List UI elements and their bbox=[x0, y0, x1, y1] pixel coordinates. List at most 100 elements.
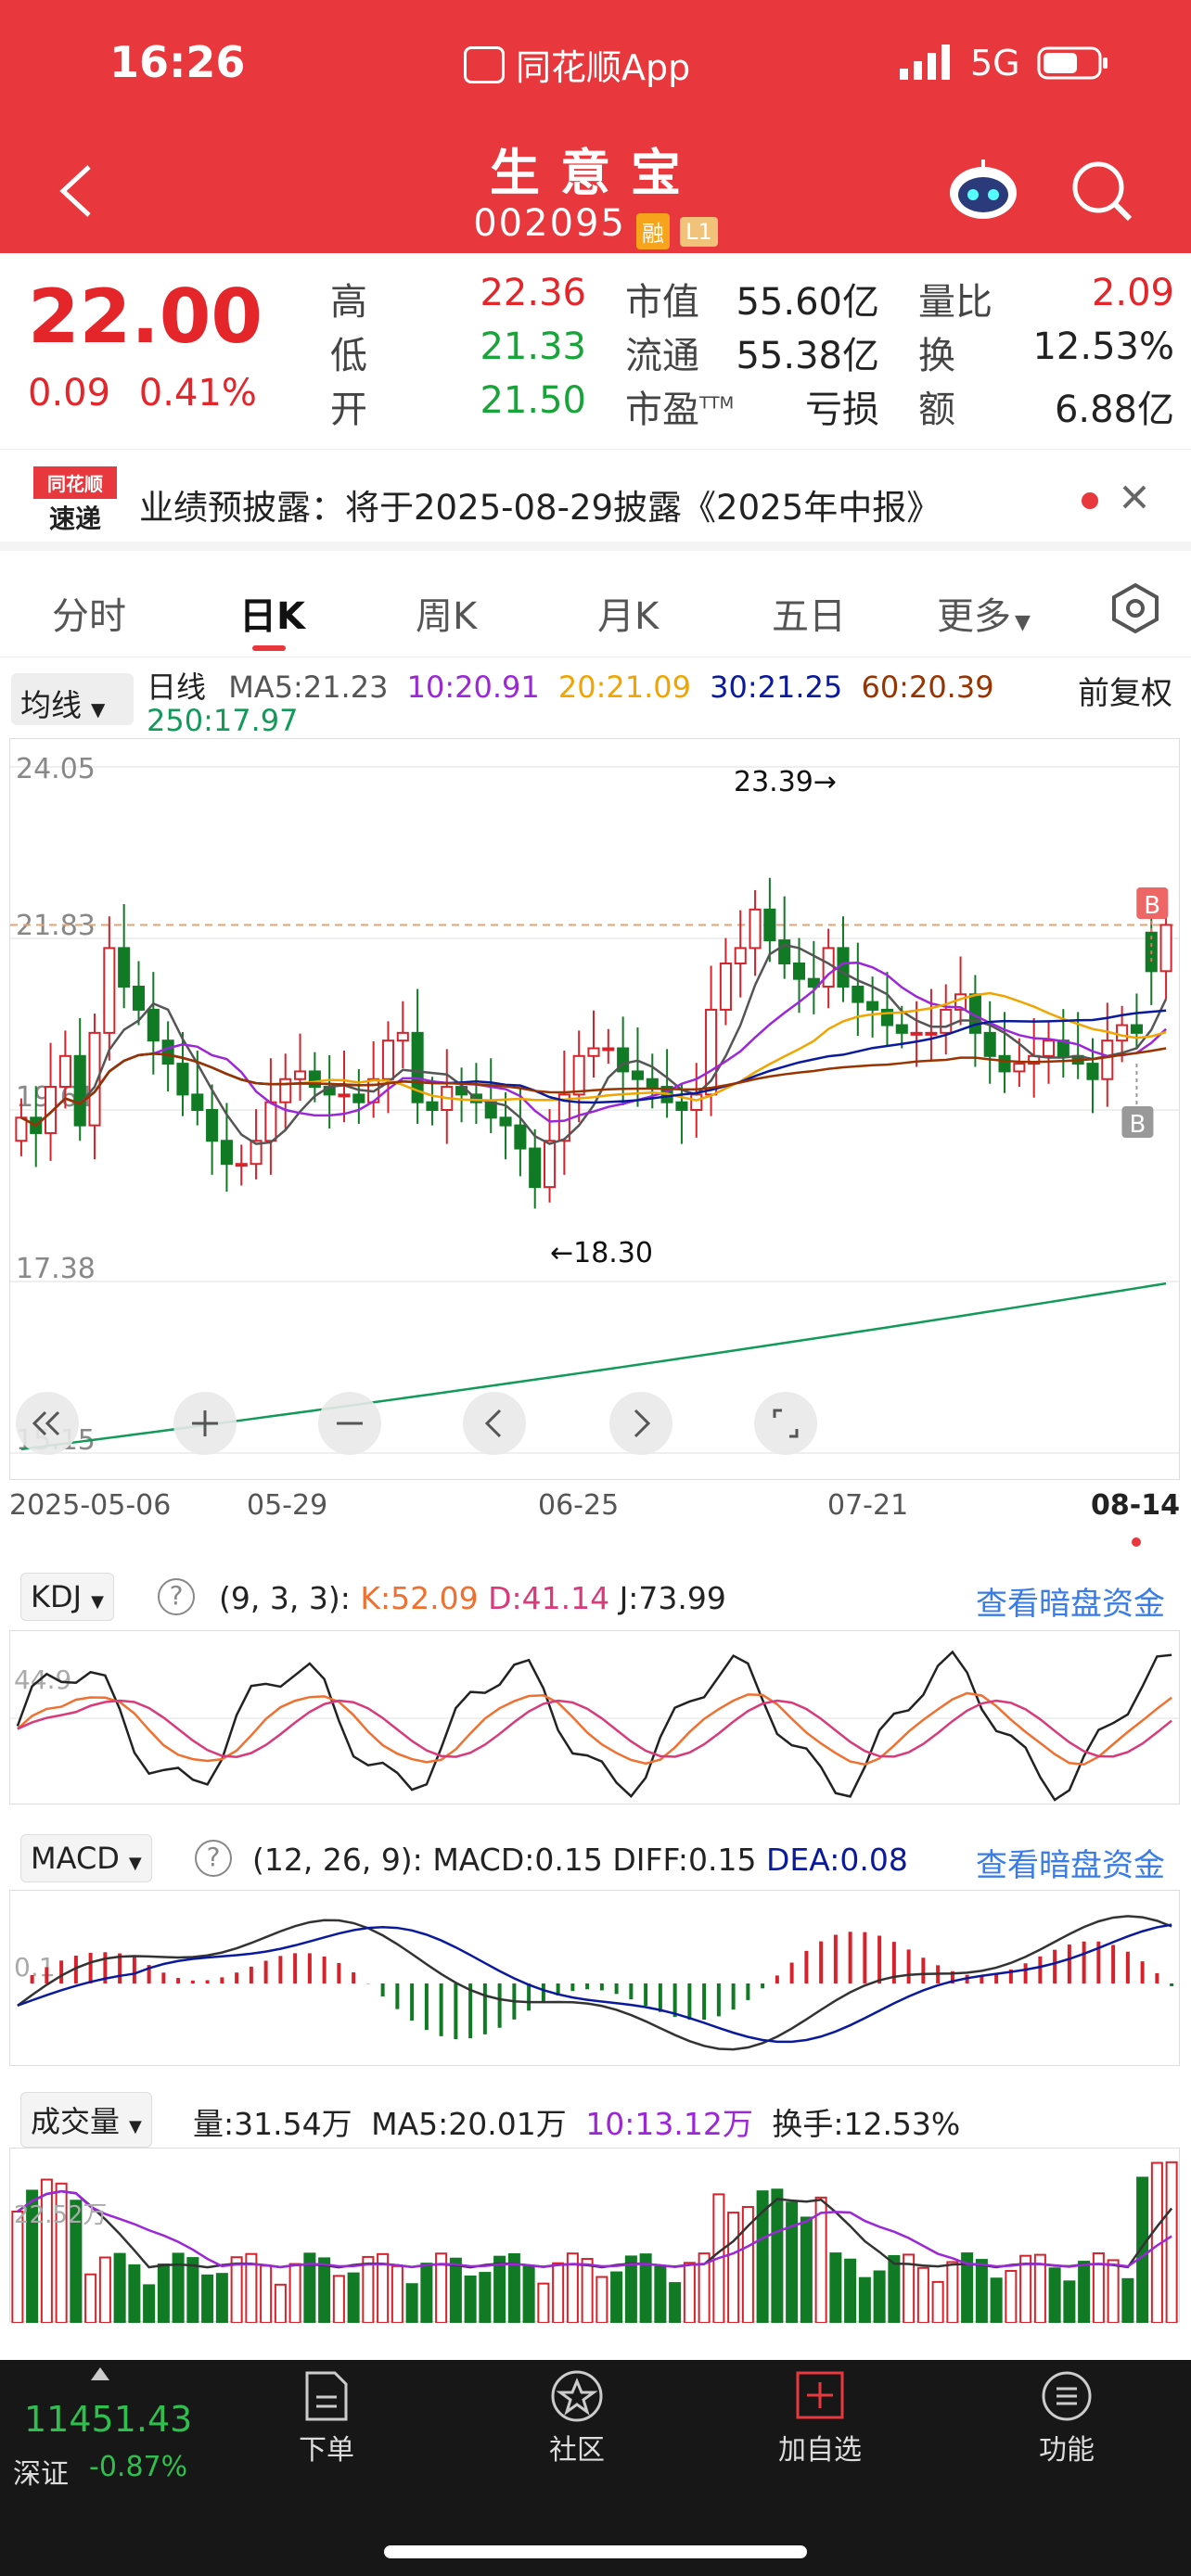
add-watchlist-icon bbox=[746, 2369, 894, 2427]
fullscreen-icon[interactable] bbox=[754, 1392, 817, 1455]
volume-bar bbox=[931, 2280, 944, 2325]
ma20-label: 20:21.09 bbox=[557, 670, 691, 705]
candle-body bbox=[1013, 1063, 1026, 1073]
nav-order[interactable]: 下单 bbox=[252, 2369, 401, 2468]
volume-bar bbox=[975, 2259, 988, 2324]
nav-functions[interactable]: 功能 bbox=[992, 2369, 1141, 2468]
control-button-bg bbox=[754, 1392, 817, 1455]
volume-chart: 22.52万 bbox=[11, 2161, 1178, 2325]
volume-selector[interactable]: 成交量 ▼ bbox=[20, 2092, 152, 2148]
robot-assistant-icon[interactable] bbox=[946, 158, 1020, 226]
candle-body bbox=[529, 1147, 542, 1189]
macd-value-label: MACD:0.15 bbox=[432, 1842, 603, 1878]
control-button-bg bbox=[463, 1392, 526, 1455]
y-tick-label: 24.05 bbox=[16, 753, 96, 785]
candle-body bbox=[719, 963, 732, 1011]
nav-add-watchlist[interactable]: 加自选 bbox=[746, 2369, 894, 2468]
settings-hexagon-icon[interactable] bbox=[1109, 582, 1161, 638]
macd-chart-panel[interactable]: 0.1 bbox=[9, 1890, 1180, 2066]
high-label: 高 bbox=[330, 281, 367, 324]
tab-weekly-k[interactable]: 周K bbox=[416, 586, 477, 640]
kline-chart[interactable]: 24.0521.8319.6117.3815.1523.39→←18.30BB bbox=[10, 739, 1179, 1481]
period-label: 日线 bbox=[147, 670, 207, 705]
volume-bar bbox=[449, 2257, 462, 2324]
tab-more[interactable]: 更多 ▼ bbox=[937, 586, 1031, 640]
unread-dot bbox=[1082, 492, 1098, 509]
volume-bar bbox=[727, 2212, 740, 2324]
candle-body bbox=[499, 1116, 512, 1127]
index-name: 深证 bbox=[13, 2458, 69, 2491]
kdj-chart: 44.9 bbox=[10, 1650, 1179, 1802]
volume-bar bbox=[274, 2283, 287, 2325]
x-tick-label: 08-14 bbox=[1091, 1489, 1180, 1522]
volume-bar bbox=[186, 2257, 199, 2324]
candle-body bbox=[352, 1093, 365, 1103]
volume-bar bbox=[858, 2276, 871, 2325]
float-cap-value: 55.38亿 bbox=[736, 335, 879, 377]
zoom-out-icon[interactable] bbox=[318, 1392, 381, 1455]
prev-icon[interactable] bbox=[463, 1392, 526, 1455]
dark-pool-link[interactable]: 查看暗盘资金 bbox=[976, 1578, 1165, 1624]
pe-label: 市盈TTM bbox=[625, 379, 734, 433]
volume-bar bbox=[332, 2275, 345, 2324]
search-icon[interactable] bbox=[1070, 159, 1135, 228]
volume-bar bbox=[420, 2263, 433, 2324]
candle-body bbox=[1101, 1039, 1114, 1080]
community-icon bbox=[503, 2369, 651, 2427]
candle-body bbox=[646, 1078, 659, 1089]
home-indicator[interactable] bbox=[384, 2545, 807, 2558]
close-icon[interactable] bbox=[1121, 483, 1148, 515]
volume-chart-panel[interactable]: 22.52万 bbox=[9, 2148, 1180, 2325]
candle-body bbox=[910, 1031, 923, 1036]
help-icon[interactable]: ? bbox=[195, 1840, 232, 1877]
dark-pool-link[interactable]: 查看暗盘资金 bbox=[976, 1840, 1165, 1885]
index-value[interactable]: 11451.43 bbox=[24, 2399, 192, 2440]
candle-body bbox=[58, 1054, 71, 1089]
candle-body bbox=[235, 1163, 248, 1167]
ma5-label: MA5:21.23 bbox=[228, 670, 389, 705]
low-annotation: ←18.30 bbox=[550, 1237, 653, 1269]
volume-bar bbox=[829, 2252, 842, 2324]
app-name: 同花顺App bbox=[516, 47, 691, 88]
macd-diff-line bbox=[17, 1915, 1172, 2051]
next-icon[interactable] bbox=[609, 1392, 672, 1455]
zoom-in-icon[interactable] bbox=[173, 1392, 237, 1455]
expand-caret-icon[interactable] bbox=[91, 2367, 109, 2380]
volume-label: 量:31.54万 bbox=[193, 2106, 352, 2142]
candle-body bbox=[690, 1093, 703, 1112]
macd-header: MACD ▼ ? (12, 26, 9): MACD:0.15 DIFF:0.15… bbox=[9, 1834, 1180, 1890]
volume-bar bbox=[916, 2266, 929, 2325]
volume-selector-label: 成交量 bbox=[31, 2104, 121, 2139]
tab-monthly-k[interactable]: 月K bbox=[597, 586, 659, 640]
volume-bar bbox=[215, 2273, 228, 2325]
candle-body bbox=[73, 1054, 86, 1127]
macd-selector[interactable]: MACD ▼ bbox=[20, 1834, 152, 1882]
tab-five-day[interactable]: 五日 bbox=[772, 586, 846, 640]
kdj-chart-panel[interactable]: 44.9 bbox=[9, 1630, 1180, 1804]
volume-bar bbox=[1165, 2161, 1178, 2324]
kline-chart-panel[interactable]: 24.0521.8319.6117.3815.1523.39→←18.30BB bbox=[9, 738, 1180, 1480]
y-tick-label: 17.38 bbox=[16, 1253, 96, 1285]
notice-bar[interactable]: 同花顺 速递 业绩预披露：将于2025-08-29披露《2025年中报》 bbox=[0, 449, 1191, 551]
volume-bar bbox=[201, 2274, 214, 2324]
market-cap-label: 市值 bbox=[625, 281, 699, 324]
rewind-icon[interactable] bbox=[16, 1392, 79, 1455]
indicator-selector[interactable]: 均线 ▼ bbox=[11, 673, 134, 725]
kdj-k-label: K:52.09 bbox=[360, 1580, 479, 1616]
kdj-selector-label: KDJ bbox=[31, 1579, 83, 1614]
volume-bar bbox=[288, 2263, 301, 2324]
macd-params: (12, 26, 9): bbox=[252, 1842, 423, 1878]
battery-icon bbox=[1037, 46, 1111, 83]
nav-community[interactable]: 社区 bbox=[503, 2369, 651, 2468]
axis-label: 22.52万 bbox=[14, 2201, 107, 2229]
candle-body bbox=[543, 1140, 557, 1189]
help-icon[interactable]: ? bbox=[158, 1578, 195, 1615]
tab-intraday[interactable]: 分时 bbox=[52, 586, 126, 640]
ma30-label: 30:21.25 bbox=[710, 670, 843, 705]
kdj-selector[interactable]: KDJ ▼ bbox=[20, 1573, 114, 1621]
adjust-toggle[interactable]: 前复权 bbox=[1078, 668, 1172, 713]
tab-daily-k[interactable]: 日K bbox=[239, 586, 305, 640]
volume-bar bbox=[1107, 2259, 1120, 2324]
current-price: 22.00 bbox=[28, 274, 263, 360]
tab-active-indicator bbox=[252, 645, 286, 651]
